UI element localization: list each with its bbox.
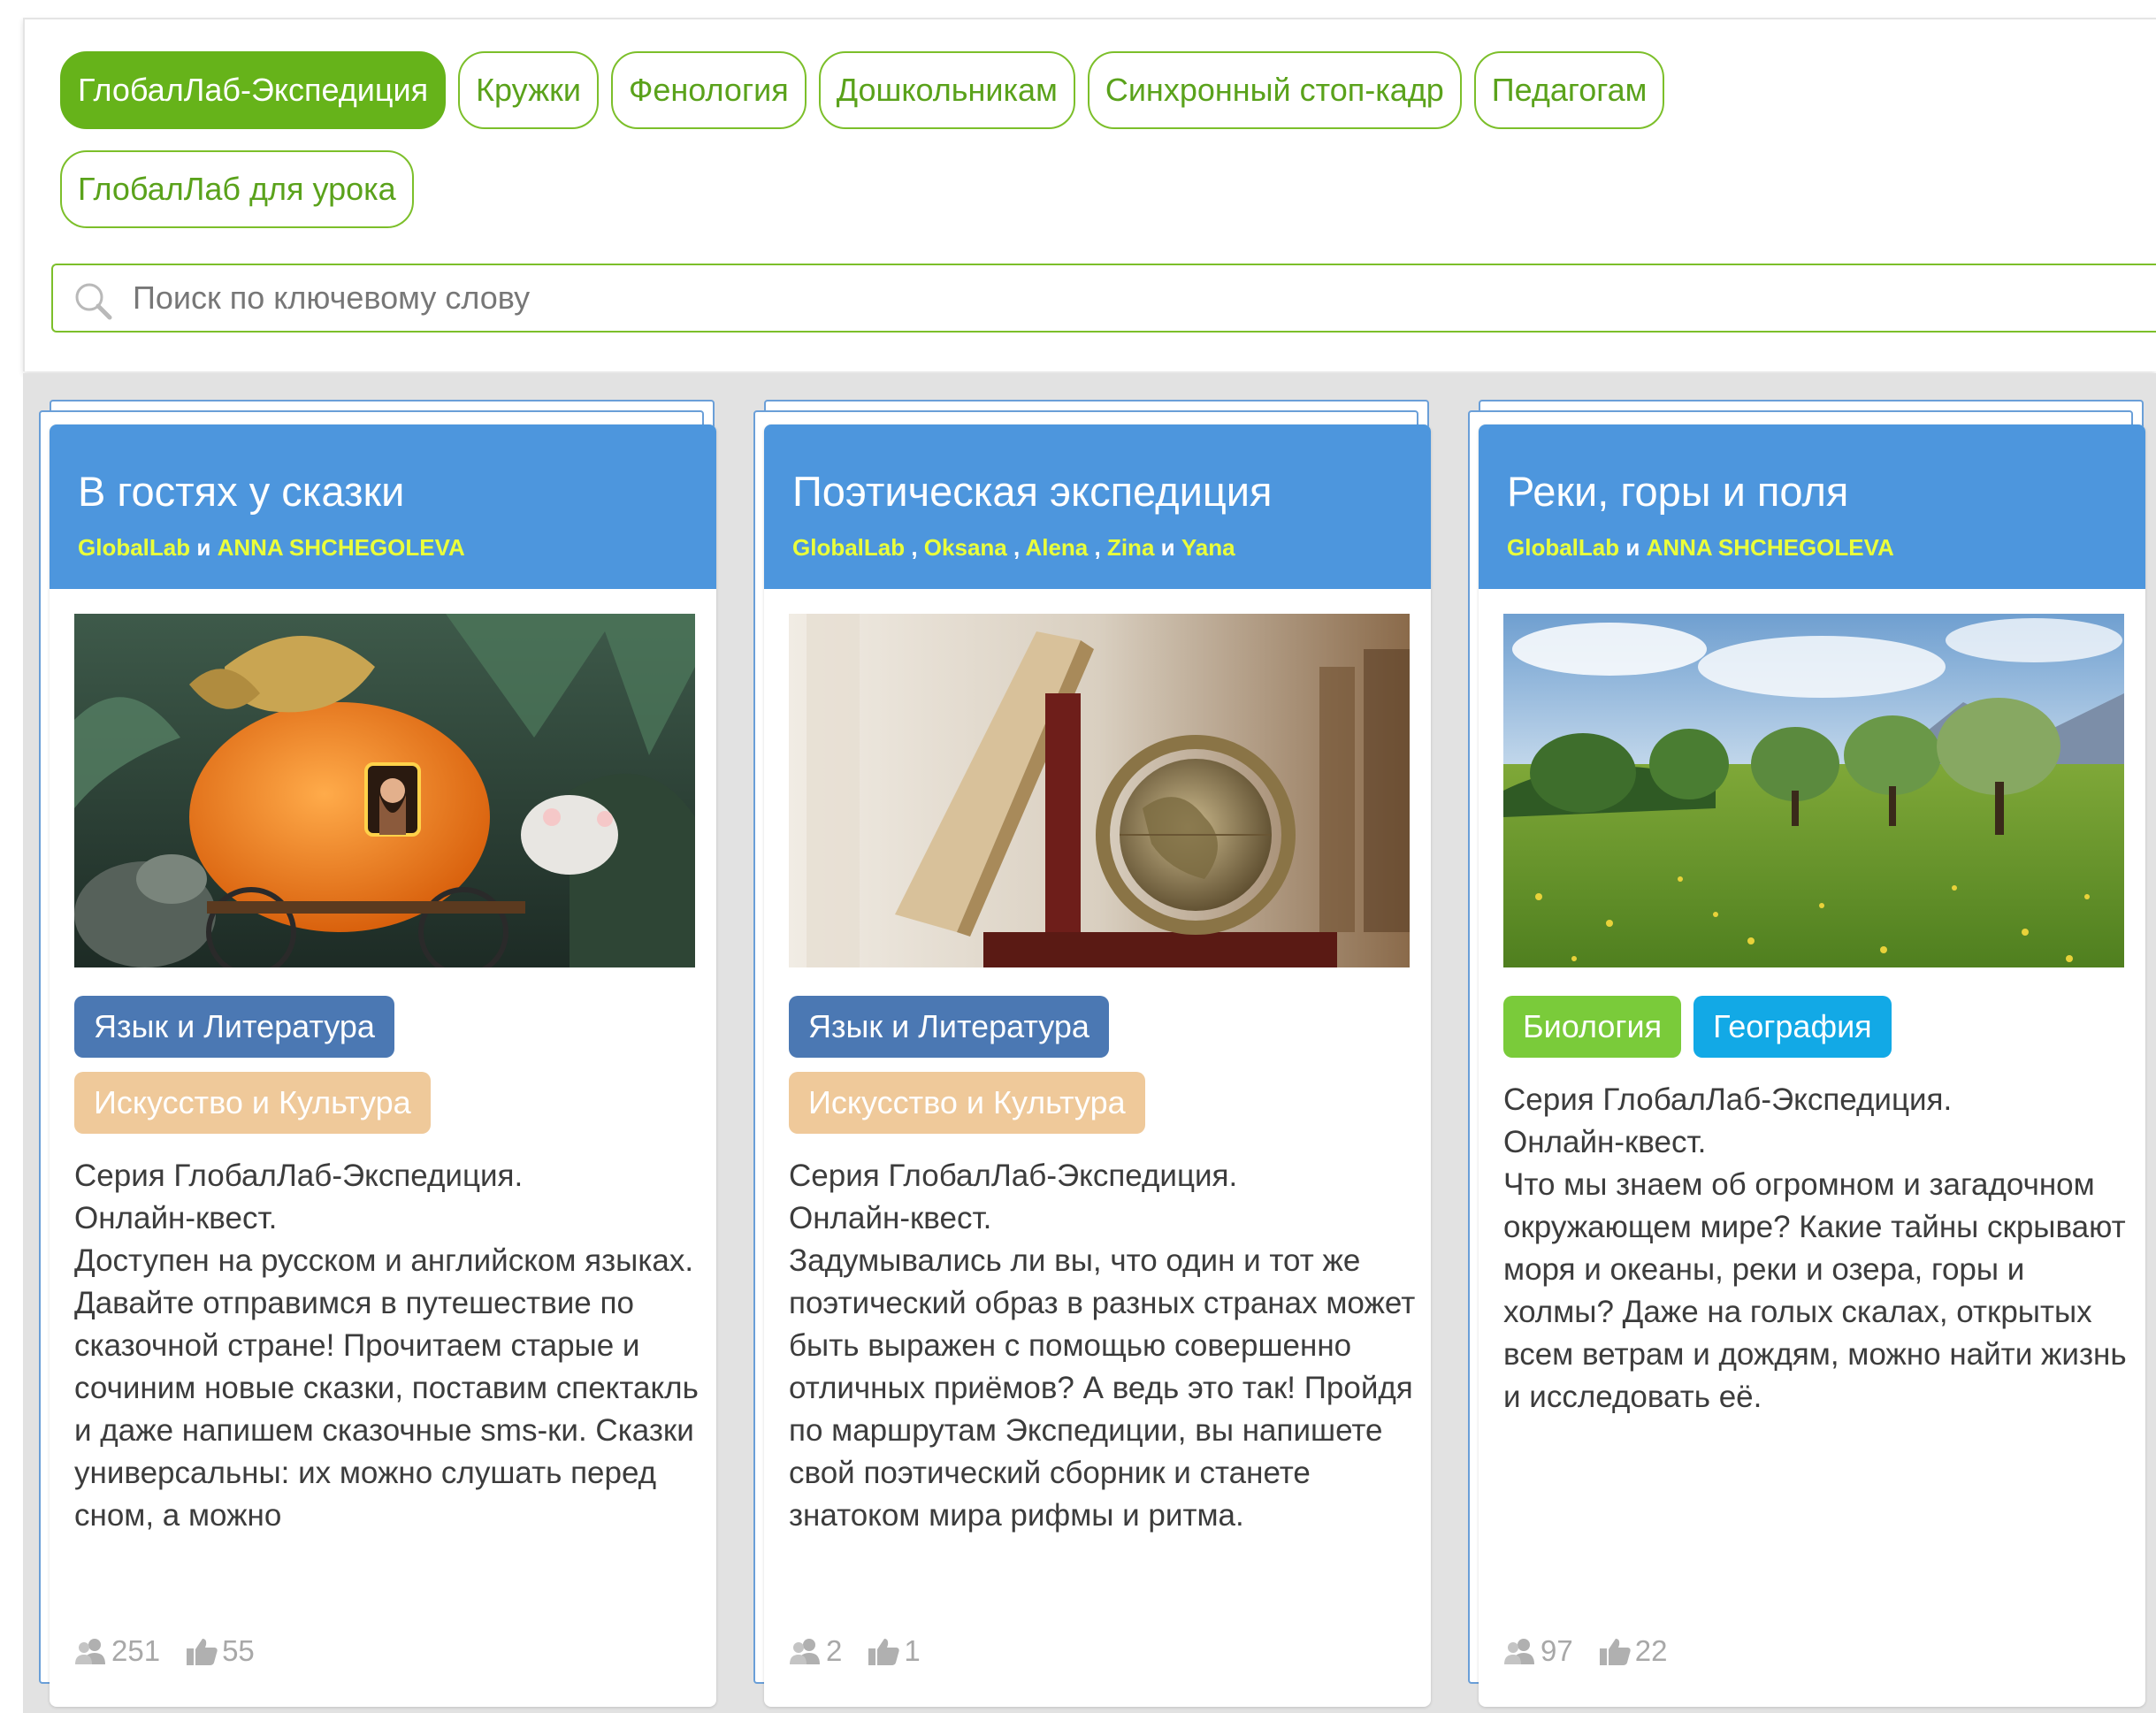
description-line: Доступен на русском и английском языках. bbox=[74, 1243, 694, 1278]
description-line: Серия ГлобалЛаб-Экспедиция. bbox=[789, 1159, 1238, 1193]
card-title[interactable]: В гостях у сказки bbox=[78, 465, 690, 518]
card-tags: Биология География bbox=[1503, 996, 2124, 1072]
project-grid: В гостях у сказки GlobalLab и ANNA SHCHE… bbox=[23, 373, 2156, 1713]
author-separator: и bbox=[1154, 534, 1181, 561]
tag-art-culture[interactable]: Искусство и Культура bbox=[74, 1072, 431, 1134]
description-line: Онлайн-квест. bbox=[789, 1201, 992, 1235]
project-card[interactable]: Поэтическая экспедиция GlobalLab , Oksan… bbox=[764, 424, 1431, 1707]
author-link[interactable]: GlobalLab bbox=[78, 534, 190, 561]
author-link[interactable]: Oksana bbox=[924, 534, 1007, 561]
pumpkin-carriage-photo[interactable] bbox=[74, 614, 695, 967]
chip-globallab-for-lesson[interactable]: ГлобалЛаб для урока bbox=[60, 150, 414, 228]
search-box[interactable] bbox=[51, 264, 2156, 333]
card-header: Реки, горы и поля GlobalLab и ANNA SHCHE… bbox=[1479, 424, 2145, 589]
description-line: Серия ГлобалЛаб-Экспедиция. bbox=[1503, 1082, 1953, 1117]
author-separator: , bbox=[1088, 534, 1107, 561]
project-card-stack: Поэтическая экспедиция GlobalLab , Oksan… bbox=[738, 400, 1431, 1713]
tag-geography[interactable]: География bbox=[1693, 996, 1892, 1058]
author-separator: , bbox=[1006, 534, 1026, 561]
chip-teachers[interactable]: Педагогам bbox=[1473, 51, 1665, 129]
participants-count: 251 bbox=[111, 1634, 161, 1667]
card-header: Поэтическая экспедиция GlobalLab , Oksan… bbox=[764, 424, 1431, 589]
card-stats: 251 55 bbox=[74, 1634, 255, 1668]
author-link[interactable]: GlobalLab bbox=[792, 534, 905, 561]
author-link[interactable]: GlobalLab bbox=[1507, 534, 1619, 561]
category-chips-row-1: ГлобалЛаб-Экспедиция Кружки Фенология До… bbox=[60, 51, 1665, 129]
card-title[interactable]: Реки, горы и поля bbox=[1507, 465, 2119, 518]
description-line: Задумывались ли вы, что один и тот же по… bbox=[789, 1243, 1416, 1533]
chip-preschoolers[interactable]: Дошкольникам bbox=[818, 51, 1075, 129]
search-icon bbox=[75, 283, 112, 320]
likes-count: 55 bbox=[222, 1634, 255, 1667]
project-card-stack: В гостях у сказки GlobalLab и ANNA SHCHE… bbox=[23, 400, 716, 1713]
card-authors: GlobalLab и ANNA SHCHEGOLEVA bbox=[78, 534, 690, 562]
project-card[interactable]: В гостях у сказки GlobalLab и ANNA SHCHE… bbox=[50, 424, 716, 1707]
card-stats: 2 1 bbox=[789, 1634, 921, 1668]
description-line: Давайте отправимся в путешествие по сказ… bbox=[74, 1286, 699, 1533]
likes-count: 22 bbox=[1634, 1634, 1668, 1667]
card-description: Серия ГлобалЛаб-Экспедиция. Онлайн-квест… bbox=[1503, 1079, 2131, 1521]
author-link[interactable]: Zina bbox=[1107, 534, 1154, 561]
author-link[interactable]: ANNA SHCHEGOLEVA bbox=[218, 534, 465, 561]
project-card[interactable]: Реки, горы и поля GlobalLab и ANNA SHCHE… bbox=[1479, 424, 2145, 1707]
tag-language-literature[interactable]: Язык и Литература bbox=[789, 996, 1109, 1058]
author-separator: и bbox=[1619, 534, 1647, 561]
thumbs-up-icon bbox=[868, 1639, 900, 1665]
thumbs-up-icon bbox=[187, 1639, 218, 1665]
author-link[interactable]: ANNA SHCHEGOLEVA bbox=[1647, 534, 1894, 561]
description-line: Серия ГлобалЛаб-Экспедиция. bbox=[74, 1159, 524, 1193]
card-title[interactable]: Поэтическая экспедиция bbox=[792, 465, 1404, 518]
project-card-stack: Реки, горы и поля GlobalLab и ANNA SHCHE… bbox=[1452, 400, 2145, 1713]
author-separator: , bbox=[905, 534, 924, 561]
author-link[interactable]: Alena bbox=[1025, 534, 1088, 561]
card-tags: Язык и Литература Искусство и Культура bbox=[789, 996, 1410, 1148]
card-description: Серия ГлобалЛаб-Экспедиция. Онлайн-квест… bbox=[74, 1155, 702, 1597]
category-chips-row-2: ГлобалЛаб для урока bbox=[60, 150, 414, 228]
chip-synchronous-snapshot[interactable]: Синхронный стоп-кадр bbox=[1087, 51, 1462, 129]
chip-globallab-expedition[interactable]: ГлобалЛаб-Экспедиция bbox=[60, 51, 447, 129]
tag-biology[interactable]: Биология bbox=[1503, 996, 1682, 1058]
meadow-landscape-photo[interactable] bbox=[1503, 614, 2124, 967]
card-description: Серия ГлобалЛаб-Экспедиция. Онлайн-квест… bbox=[789, 1155, 1417, 1597]
thumbs-up-icon bbox=[1599, 1639, 1631, 1665]
tag-art-culture[interactable]: Искусство и Культура bbox=[789, 1072, 1145, 1134]
filter-panel: ГлобалЛаб-Экспедиция Кружки Фенология До… bbox=[23, 18, 2156, 371]
chip-clubs[interactable]: Кружки bbox=[458, 51, 600, 129]
author-separator: и bbox=[190, 534, 218, 561]
description-line: Онлайн-квест. bbox=[74, 1201, 278, 1235]
participants-icon bbox=[790, 1639, 820, 1664]
card-tags: Язык и Литература Искусство и Культура bbox=[74, 996, 695, 1148]
author-link[interactable]: Yana bbox=[1181, 534, 1235, 561]
participants-count: 2 bbox=[826, 1634, 843, 1667]
participants-icon bbox=[1504, 1639, 1534, 1664]
tag-language-literature[interactable]: Язык и Литература bbox=[74, 996, 394, 1058]
description-line: Что мы знаем об огромном и загадочном ок… bbox=[1503, 1167, 2127, 1414]
participants-icon bbox=[75, 1639, 105, 1664]
card-authors: GlobalLab , Oksana , Alena , Zina и Yana bbox=[792, 534, 1404, 562]
description-line: Онлайн-квест. bbox=[1503, 1125, 1707, 1159]
chip-phenology[interactable]: Фенология bbox=[611, 51, 807, 129]
card-authors: GlobalLab и ANNA SHCHEGOLEVA bbox=[1507, 534, 2119, 562]
participants-count: 97 bbox=[1541, 1634, 1573, 1667]
search-input[interactable] bbox=[133, 269, 2078, 327]
card-header: В гостях у сказки GlobalLab и ANNA SHCHE… bbox=[50, 424, 716, 589]
likes-count: 1 bbox=[904, 1634, 921, 1667]
book-and-globe-photo[interactable] bbox=[789, 614, 1410, 967]
card-stats: 97 22 bbox=[1503, 1634, 1667, 1668]
